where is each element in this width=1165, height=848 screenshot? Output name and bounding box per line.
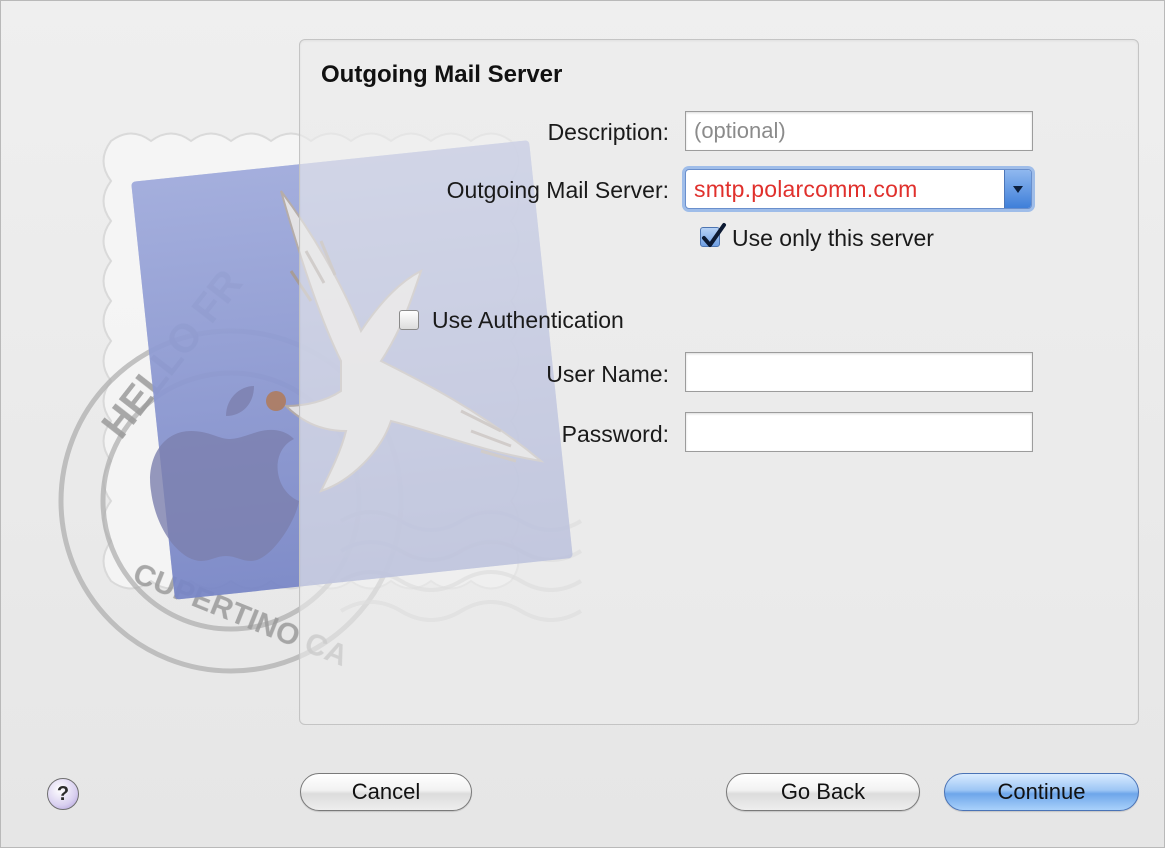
outgoing-server-value[interactable]: smtp.polarcomm.com: [694, 176, 917, 203]
description-field[interactable]: [685, 111, 1033, 151]
outgoing-server-combobox[interactable]: smtp.polarcomm.com: [685, 169, 1032, 209]
dialog-window: HELLO FR CUPERTINO CA: [0, 0, 1165, 848]
dropdown-arrow-icon[interactable]: [1004, 170, 1031, 208]
password-label: Password:: [561, 421, 669, 447]
use-authentication-label[interactable]: Use Authentication: [432, 307, 624, 334]
go-back-button[interactable]: Go Back: [726, 773, 920, 811]
use-only-this-server-label[interactable]: Use only this server: [732, 225, 934, 252]
help-button[interactable]: ?: [47, 778, 79, 810]
description-label: Description:: [547, 119, 669, 145]
username-field[interactable]: [685, 352, 1033, 392]
use-authentication-checkbox[interactable]: [399, 310, 419, 330]
cancel-button[interactable]: Cancel: [300, 773, 472, 811]
username-label: User Name:: [546, 361, 669, 387]
continue-button[interactable]: Continue: [944, 773, 1139, 811]
checkmark-icon: [702, 223, 726, 247]
use-only-this-server-checkbox[interactable]: [700, 223, 726, 247]
password-field[interactable]: [685, 412, 1033, 452]
outgoing-server-label: Outgoing Mail Server:: [446, 177, 669, 203]
panel-title: Outgoing Mail Server: [321, 61, 563, 88]
